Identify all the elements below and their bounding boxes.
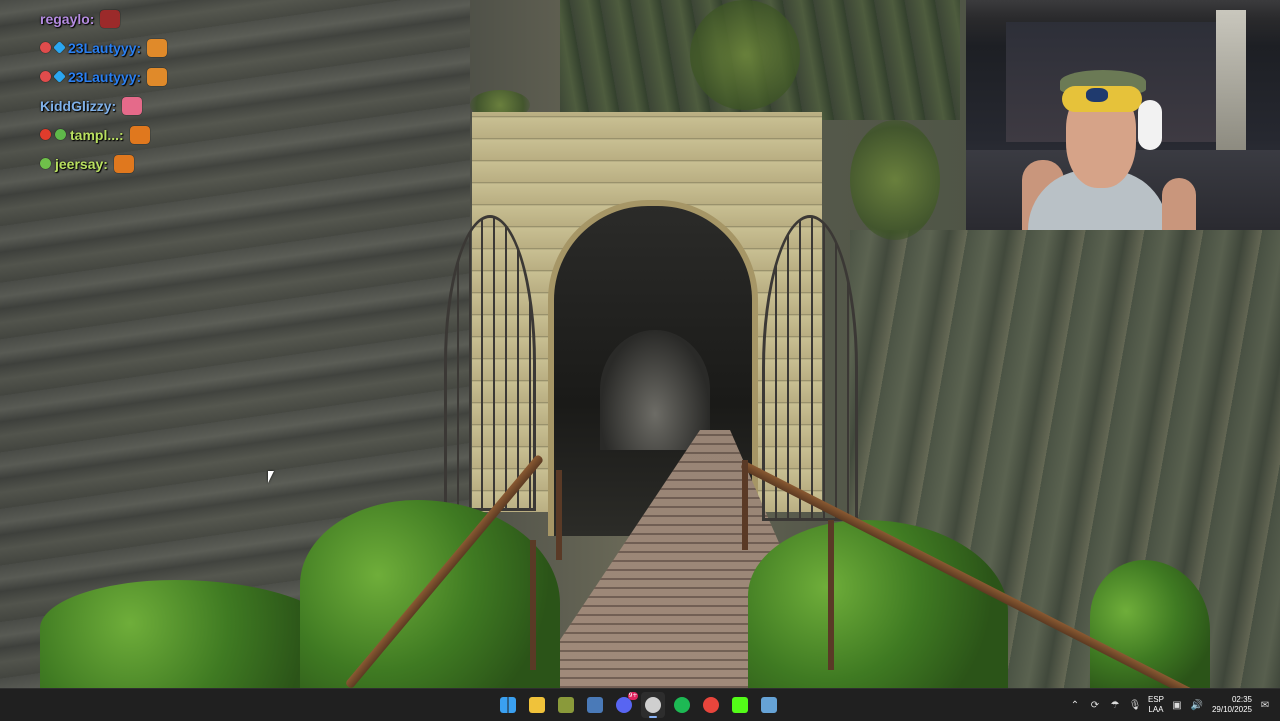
microphone-icon[interactable]: 🎙: [1128, 698, 1142, 712]
chat-message: regaylo:: [40, 4, 280, 33]
chat-username: regaylo:: [40, 10, 95, 27]
steam-icon: [587, 697, 603, 713]
stream-chat-overlay: regaylo: 23Lautyyy: 23Lautyyy: KiddGlizzy: t…: [40, 4, 280, 178]
spotify-button[interactable]: [670, 692, 694, 718]
iron-gate-left: [444, 215, 536, 511]
language-code: ESP: [1147, 695, 1164, 704]
chat-badge-icon: [55, 129, 66, 140]
keyboard-layout: LAA: [1148, 705, 1164, 714]
chrome-button[interactable]: [699, 692, 723, 718]
steam-alt-button[interactable]: [757, 692, 781, 718]
obs-icon: [645, 697, 661, 713]
chat-username: tampl...:: [70, 126, 124, 143]
webcam-overlay: [966, 0, 1280, 230]
chat-badge-icon: [53, 41, 66, 54]
chat-message: KiddGlizzy:: [40, 91, 280, 120]
chat-message: 23Lautyyy:: [40, 33, 280, 62]
mouse-cursor: [268, 471, 274, 483]
language-indicator[interactable]: ESP LAA: [1148, 695, 1164, 715]
game-app-button[interactable]: [554, 692, 578, 718]
spotify-icon: [674, 697, 690, 713]
clock[interactable]: 02:35 29/10/2025: [1212, 695, 1252, 715]
notification-icon[interactable]: ✉: [1258, 698, 1272, 712]
pink-cat-emote-icon: [122, 96, 143, 115]
chat-message: 23Lautyyy:: [40, 62, 280, 91]
file-explorer-button[interactable]: [525, 692, 549, 718]
moss-patch: [690, 0, 800, 110]
rail-post: [530, 540, 536, 670]
sync-icon[interactable]: ⟳: [1088, 698, 1102, 712]
rail-post: [556, 470, 562, 560]
headband-logo: [1086, 88, 1108, 102]
briefcase-emote-icon: [113, 154, 134, 173]
obs-button[interactable]: [641, 692, 665, 718]
kick-icon: [732, 697, 748, 713]
clock-time: 02:35: [1231, 695, 1252, 704]
chat-username: 23Lautyyy:: [68, 68, 142, 85]
webcam-background-light: [1216, 10, 1246, 150]
chat-username: jeersay:: [55, 155, 108, 172]
taskbar-apps: 9+: [496, 689, 781, 721]
windows-start-icon: [500, 697, 516, 713]
discord-button[interactable]: 9+: [612, 692, 638, 718]
chat-username: 23Lautyyy:: [68, 39, 142, 56]
rock-tunnel: [600, 330, 710, 450]
kick-button[interactable]: [728, 692, 752, 718]
rail-post: [828, 520, 834, 670]
file-explorer-icon: [529, 697, 545, 713]
network-icon[interactable]: ▣: [1170, 698, 1184, 712]
chrome-icon: [703, 697, 719, 713]
pinata-emote-icon: [100, 9, 121, 28]
moss-patch: [850, 120, 940, 240]
hamburger-emote-icon: [147, 67, 168, 86]
system-tray: ⌃ ⟳ ☂ 🎙 ESP LAA ▣ 🔊 02:35 29/10/2025 ✉: [1068, 689, 1280, 721]
windows-start-button[interactable]: [496, 692, 520, 718]
chevron-up-icon[interactable]: ⌃: [1068, 698, 1082, 712]
chat-badge-icon: [40, 42, 51, 53]
chat-message: jeersay:: [40, 149, 280, 178]
windows-taskbar: 9+ ⌃ ⟳ ☂ 🎙 ESP LAA ▣ 🔊 02:35 29/10/2025 …: [0, 688, 1280, 721]
rail-post: [742, 460, 748, 550]
steam-alt-icon: [761, 697, 777, 713]
chat-badge-icon: [53, 70, 66, 83]
streamer-arm: [1162, 178, 1196, 230]
chat-badge-icon: [40, 158, 51, 169]
briefcase-emote-icon: [129, 125, 150, 144]
game-app-icon: [558, 697, 574, 713]
iron-gate-right: [762, 215, 858, 521]
steam-button[interactable]: [583, 692, 607, 718]
chat-message: tampl...:: [40, 120, 280, 149]
volume-icon[interactable]: 🔊: [1190, 698, 1204, 712]
chat-badge-icon: [40, 129, 51, 140]
chat-badge-icon: [40, 71, 51, 82]
hamburger-emote-icon: [147, 38, 168, 57]
headphones: [1138, 100, 1162, 150]
notification-badge: 9+: [628, 692, 638, 700]
security-icon[interactable]: ☂: [1108, 698, 1122, 712]
clock-date: 29/10/2025: [1211, 705, 1252, 714]
chat-username: KiddGlizzy:: [40, 97, 117, 114]
